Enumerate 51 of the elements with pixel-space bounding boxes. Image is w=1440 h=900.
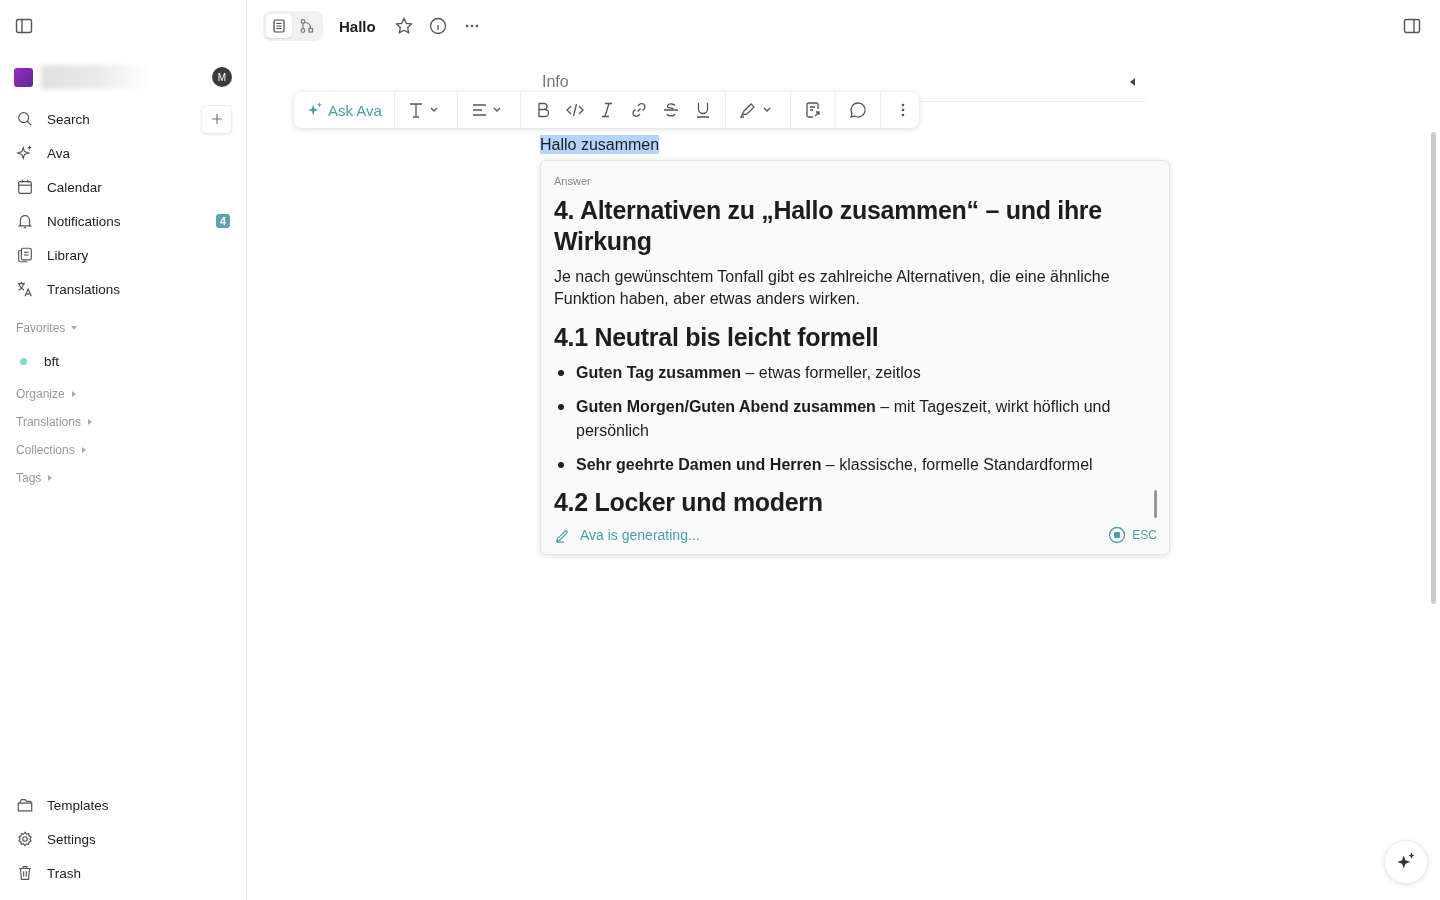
stop-icon <box>1108 526 1127 544</box>
nav-item[interactable]: Templates <box>47 797 109 813</box>
nav-item[interactable]: Settings <box>47 831 96 847</box>
bell-icon <box>16 212 34 230</box>
favorite-item[interactable]: bft <box>44 353 59 369</box>
nav-item[interactable]: Search <box>47 111 90 127</box>
answer-heading: 4.2 Locker und modern <box>554 486 824 518</box>
panel-toggle-icon[interactable] <box>1402 16 1422 36</box>
notification-count: 4 <box>215 214 230 228</box>
answer-heading: 4.1 Neutral bis leicht formell <box>554 321 880 353</box>
bullet-icon <box>558 403 564 410</box>
nav-item[interactable]: Ava <box>47 145 71 161</box>
answer-list-item: Guten Morgen/Guten Abend zusammen – mit Tageszeit, wirkt höflich und persönlich <box>576 396 1112 441</box>
nav-item[interactable]: Calendar <box>47 179 102 195</box>
star-icon[interactable] <box>393 16 414 36</box>
document-icon <box>271 18 287 34</box>
search-icon <box>16 110 34 128</box>
bullet-icon <box>558 369 564 376</box>
answer-label: Answer <box>554 175 591 187</box>
nav-item[interactable]: Translations <box>47 281 121 297</box>
answer-list-item: Sehr geehrte Damen und Herren – klassische, formelle Standardformel <box>576 454 1093 475</box>
nav-item[interactable]: Notifications <box>47 213 121 229</box>
scrollbar[interactable] <box>1154 490 1157 518</box>
info-icon[interactable] <box>427 16 448 36</box>
plus-icon <box>210 113 223 125</box>
nav-item[interactable]: Library <box>47 247 89 263</box>
nav-item[interactable]: Trash <box>47 865 81 881</box>
answer-list-item: Guten Tag zusammen – etwas formeller, zeitlos <box>576 362 921 383</box>
answer-heading: 4. Alternativen zu „Hallo zusammen“ – und ihre Wirkung <box>554 195 1103 258</box>
graph-icon <box>299 18 315 34</box>
folder-icon <box>16 796 34 814</box>
sparkle-icon <box>16 144 34 162</box>
library-icon <box>16 246 34 264</box>
info-section-header[interactable]: Info <box>542 72 569 91</box>
document-view-tab[interactable] <box>266 14 292 38</box>
workspace-icon[interactable] <box>14 67 33 87</box>
comment-icon[interactable] <box>847 100 868 120</box>
selected-text: Hallo zusammen <box>540 135 660 154</box>
calendar-icon <box>16 178 34 196</box>
bullet-icon <box>558 461 564 468</box>
user-avatar[interactable]: M <box>212 67 232 87</box>
trash-icon <box>16 864 34 882</box>
sidebar-toggle-icon[interactable] <box>14 16 34 36</box>
translate-icon <box>16 280 34 298</box>
settings-icon <box>16 830 34 848</box>
scrollbar[interactable] <box>1431 132 1436 604</box>
generating-status: Ava is generating... <box>580 527 700 543</box>
page-title: Hallo <box>339 17 376 35</box>
collapse-arrow-icon[interactable] <box>1129 77 1137 86</box>
ai-assistant-button[interactable] <box>1384 840 1428 884</box>
answer-paragraph: Je nach gewünschtem Tonfall gibt es zahlreiche Alternativen, die eine ähnliche Funktion haben, aber etwas anders wirken. <box>554 266 1111 309</box>
